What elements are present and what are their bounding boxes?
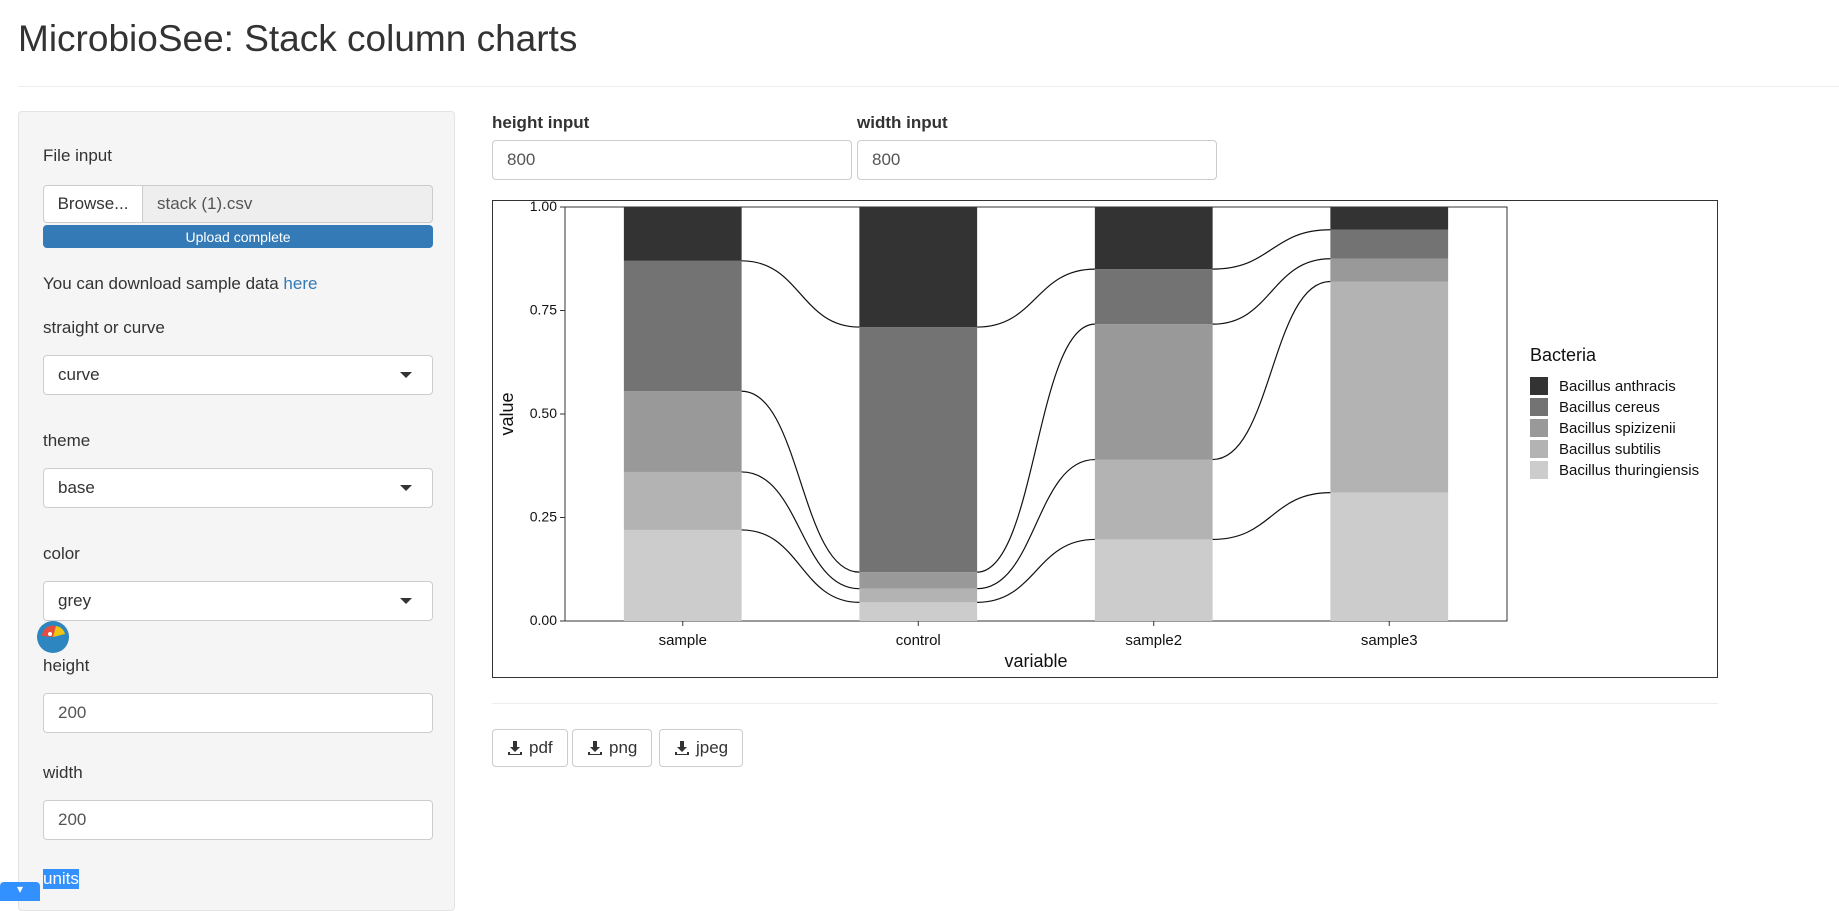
chevron-down-icon bbox=[400, 598, 412, 604]
bar-segment bbox=[859, 602, 978, 621]
bar-segment bbox=[1094, 207, 1213, 270]
theme-select-value: base bbox=[58, 478, 95, 497]
x-tick-label: control bbox=[896, 632, 941, 649]
bar-segment bbox=[1330, 207, 1449, 230]
bar-segment bbox=[1094, 539, 1213, 621]
curve-label: straight or curve bbox=[43, 318, 165, 337]
download-jpeg-label: jpeg bbox=[696, 738, 729, 757]
download-png-button[interactable]: png bbox=[572, 729, 653, 767]
bar-segment bbox=[859, 327, 978, 573]
legend-swatch bbox=[1530, 461, 1548, 479]
legend-label: Bacillus cereus bbox=[1559, 399, 1660, 416]
chevron-down-icon bbox=[400, 372, 412, 378]
y-tick-label: 0.75 bbox=[530, 302, 557, 318]
file-name-field: stack (1).csv bbox=[143, 185, 433, 223]
color-select-value: grey bbox=[58, 591, 92, 610]
curve-select-value: curve bbox=[58, 365, 100, 384]
y-tick-label: 0.50 bbox=[530, 405, 557, 421]
curve-select[interactable]: curve bbox=[43, 355, 433, 395]
upload-progress-bar: Upload complete bbox=[43, 225, 433, 248]
y-tick-label: 1.00 bbox=[530, 201, 557, 214]
y-tick-label: 0.25 bbox=[530, 509, 557, 525]
sample-data-link[interactable]: here bbox=[283, 274, 317, 293]
bar-segment bbox=[1094, 324, 1213, 460]
legend-label: Bacillus spizizenii bbox=[1559, 420, 1676, 437]
download-pdf-label: pdf bbox=[529, 738, 553, 757]
download-icon bbox=[588, 741, 602, 755]
file-input[interactable]: Browse... stack (1).csv bbox=[43, 185, 433, 223]
sample-data-label: You can download sample data bbox=[43, 274, 279, 293]
bar-segment bbox=[623, 471, 742, 530]
height-field[interactable]: 200 bbox=[43, 693, 433, 733]
color-select[interactable]: grey bbox=[43, 581, 433, 621]
bar-segment bbox=[859, 588, 978, 603]
x-tick-label: sample bbox=[659, 632, 707, 649]
bar-segment bbox=[1330, 258, 1449, 282]
theme-select[interactable]: base bbox=[43, 468, 433, 508]
bar-segment bbox=[859, 207, 978, 328]
width-input-label: width input bbox=[857, 113, 948, 132]
bar-segment bbox=[1330, 281, 1449, 493]
browse-button[interactable]: Browse... bbox=[43, 185, 143, 223]
units-label: units bbox=[43, 869, 79, 889]
download-icon bbox=[675, 741, 689, 755]
legend-swatch bbox=[1530, 440, 1548, 458]
height-label: height bbox=[43, 656, 90, 675]
upload-progress-label: Upload complete bbox=[185, 228, 291, 245]
bar-segment bbox=[1330, 492, 1449, 621]
download-png-label: png bbox=[609, 738, 638, 757]
legend-label: Bacillus anthracis bbox=[1559, 378, 1676, 395]
y-tick-label: 0.00 bbox=[530, 612, 557, 628]
width-input-field[interactable]: 800 bbox=[857, 140, 1217, 180]
bar-segment bbox=[623, 260, 742, 392]
height-input-field[interactable]: 800 bbox=[492, 140, 852, 180]
extension-icon[interactable] bbox=[36, 620, 70, 654]
chevron-down-icon bbox=[400, 485, 412, 491]
x-tick-label: sample2 bbox=[1125, 632, 1182, 649]
chart-plot: 0.00 0.25 0.50 0.75 1.00 sample control sample2… bbox=[492, 200, 1718, 678]
page-title: MicrobioSee: Stack column charts bbox=[18, 18, 578, 59]
legend-swatch bbox=[1530, 398, 1548, 416]
download-icon bbox=[508, 741, 522, 755]
legend-title: Bacteria bbox=[1530, 345, 1597, 365]
x-axis-label: variable bbox=[1004, 651, 1067, 671]
bar-segment bbox=[1330, 229, 1449, 259]
sample-data-text: You can download sample data here bbox=[43, 274, 317, 294]
legend-swatch bbox=[1530, 419, 1548, 437]
width-label: width bbox=[43, 763, 83, 782]
height-input-label: height input bbox=[492, 113, 590, 132]
width-field[interactable]: 200 bbox=[43, 800, 433, 840]
bar-segment bbox=[623, 529, 742, 621]
y-axis-label: value bbox=[497, 392, 517, 435]
bar-segment bbox=[623, 391, 742, 472]
x-tick-label: sample3 bbox=[1361, 632, 1418, 649]
file-input-label: File input bbox=[43, 146, 112, 165]
legend-swatch bbox=[1530, 377, 1548, 395]
theme-label: theme bbox=[43, 431, 91, 450]
legend-label: Bacillus thuringiensis bbox=[1559, 462, 1699, 479]
legend-label: Bacillus subtilis bbox=[1559, 441, 1661, 458]
divider bbox=[492, 703, 1718, 704]
sidebar-panel: File input Browse... stack (1).csv Uploa… bbox=[18, 111, 455, 911]
color-label: color bbox=[43, 544, 80, 563]
stacked-column-chart: 0.00 0.25 0.50 0.75 1.00 sample control sample2… bbox=[497, 201, 1699, 671]
bar-segment bbox=[859, 572, 978, 589]
bar-segment bbox=[1094, 459, 1213, 540]
corner-toggle-icon[interactable]: ▾ bbox=[0, 882, 40, 901]
bar-segment bbox=[1094, 269, 1213, 325]
bar-segment bbox=[623, 207, 742, 261]
title-divider bbox=[18, 86, 1839, 87]
download-jpeg-button[interactable]: jpeg bbox=[659, 729, 744, 767]
download-pdf-button[interactable]: pdf bbox=[492, 729, 568, 767]
